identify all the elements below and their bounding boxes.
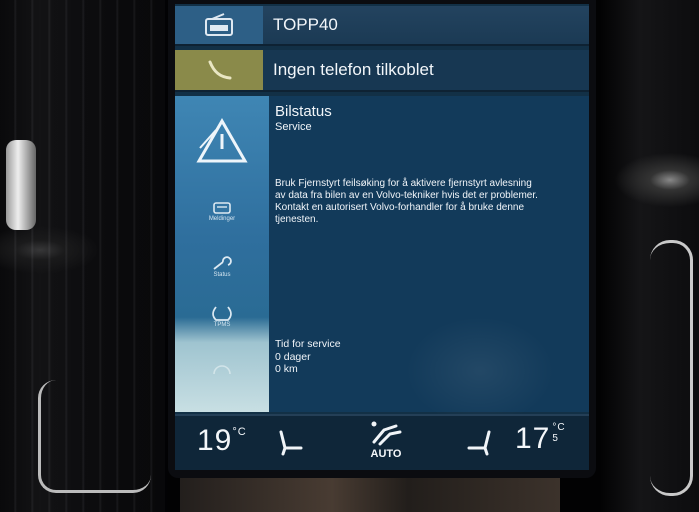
side-menu-messages[interactable]: Meldinger — [175, 200, 269, 222]
side-menu-gauge[interactable] — [175, 362, 269, 376]
passenger-temp-decimal: 5 — [552, 433, 559, 444]
driver-temperature[interactable]: 19°C — [197, 424, 247, 458]
service-heading: Tid for service — [275, 338, 341, 350]
card-content: Bilstatus Service Bruk Fjernstyrt feilsø… — [275, 104, 585, 226]
wrench-icon — [213, 256, 232, 270]
driver-temp-unit: °C — [232, 426, 247, 438]
driver-seat-heat-button[interactable] — [275, 428, 305, 461]
radio-tile[interactable]: TOPP40 — [175, 6, 589, 46]
fan-mode-label: AUTO — [370, 448, 402, 460]
vent-knob — [6, 140, 36, 230]
side-menu-label: Status — [213, 272, 231, 278]
passenger-seat-heat-button[interactable] — [465, 428, 495, 461]
gauge-icon — [213, 365, 231, 375]
card-subtitle: Service — [275, 121, 312, 133]
service-days: 0 dager — [275, 350, 311, 363]
side-menu-warning[interactable] — [175, 118, 269, 164]
chrome-trim-left — [38, 380, 151, 493]
fan-control[interactable]: AUTO — [363, 418, 409, 460]
card-body-text: Bruk Fjernstyrt feilsøking for å aktiver… — [275, 178, 538, 225]
side-menu-label: TPMS — [213, 322, 231, 328]
tire-pressure-icon — [212, 306, 232, 321]
side-menu-label: Meldinger — [208, 216, 236, 222]
service-info: Tid for service 0 dager 0 km — [275, 338, 341, 376]
card-side-menu: Meldinger Status TPMS — [175, 96, 269, 412]
card-title: Bilstatus — [275, 103, 332, 120]
radio-dab-icon — [175, 6, 263, 44]
fan-icon — [371, 421, 402, 446]
phone-tile[interactable]: Ingen telefon tilkoblet — [175, 50, 589, 92]
passenger-temperature[interactable]: 17 °C 5 — [515, 422, 566, 456]
phone-status: Ingen telefon tilkoblet — [273, 60, 434, 79]
passenger-temp-value: 17 — [515, 422, 551, 455]
side-menu-tpms[interactable]: TPMS — [175, 304, 269, 328]
screen-reflection — [180, 478, 560, 512]
seat-heat-icon — [279, 430, 303, 456]
warning-triangle-icon — [196, 118, 248, 163]
car-status-card: Meldinger Status TPMS Bilstatus Service … — [175, 96, 589, 426]
driver-temp-value: 19 — [197, 424, 233, 457]
service-distance: 0 km — [275, 363, 298, 375]
side-menu-status[interactable]: Status — [175, 256, 269, 278]
car-icon — [213, 202, 231, 214]
infotainment-screen: TOPP40 Ingen telefon tilkoblet Meldinger… — [175, 4, 589, 470]
chrome-trim-right — [650, 240, 693, 496]
climate-bar: 19°C AUTO 17 °C 5 — [175, 414, 589, 470]
seat-heat-icon — [467, 430, 491, 456]
passenger-temp-unit: °C — [552, 422, 566, 433]
radio-station: TOPP40 — [273, 15, 338, 34]
phone-icon — [175, 50, 263, 90]
screen-glare — [405, 316, 555, 426]
